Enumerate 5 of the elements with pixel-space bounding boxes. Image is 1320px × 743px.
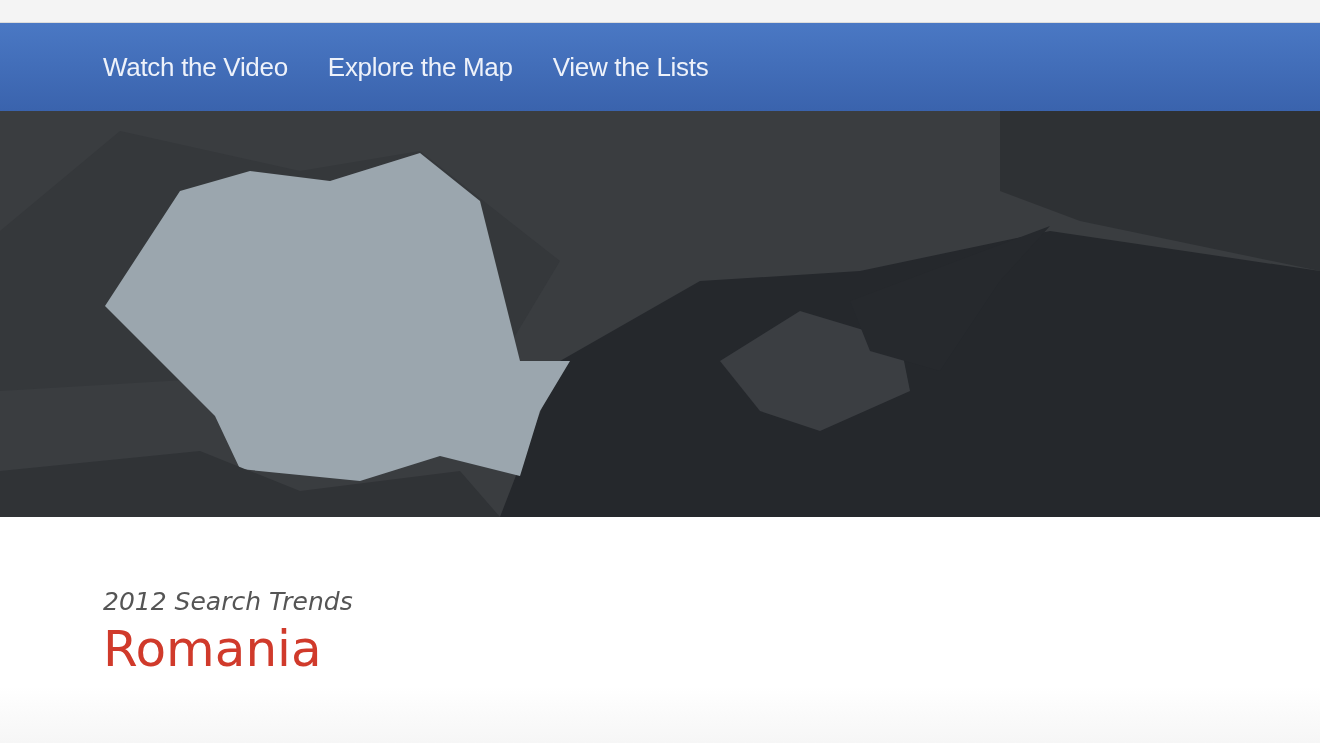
nav-link[interactable]: Explore the Map xyxy=(327,51,513,83)
nav-link[interactable]: View the Lists xyxy=(552,51,709,83)
page-subtitle: 2012 Search Trends xyxy=(103,587,353,616)
page-title: Romania xyxy=(103,620,322,678)
nav-link[interactable]: Watch the Video xyxy=(103,51,288,83)
